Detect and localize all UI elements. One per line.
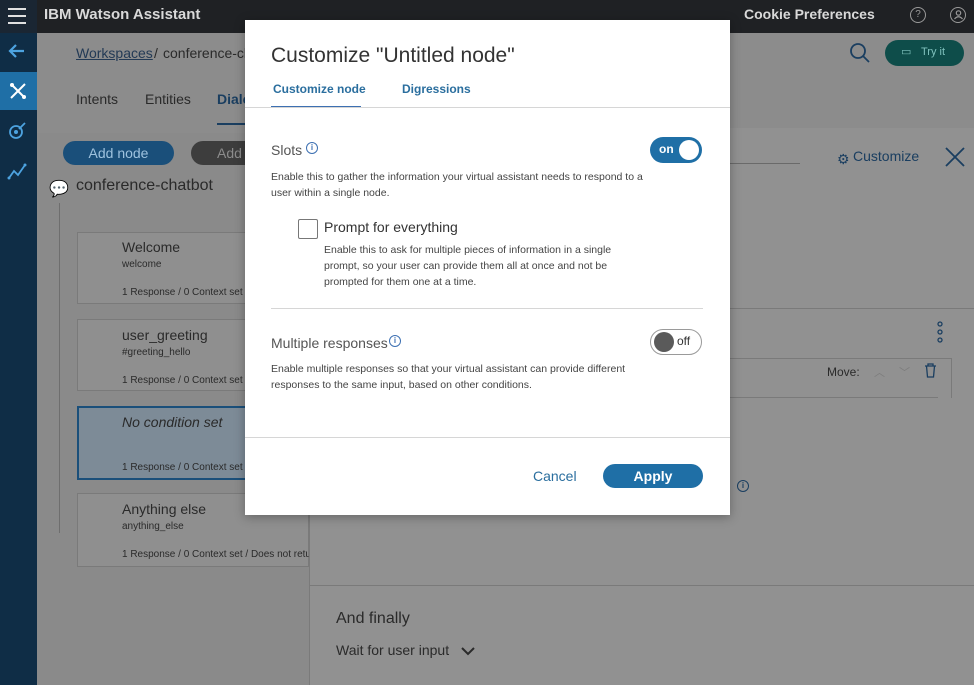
trash-icon[interactable] [924, 363, 937, 378]
slots-description: Enable this to gather the information yo… [271, 171, 643, 199]
hamburger-menu-icon[interactable] [0, 0, 37, 33]
improve-target-icon[interactable] [0, 112, 37, 150]
slots-title: Slots [271, 142, 303, 158]
response-right-line [951, 358, 952, 398]
tree-line [59, 203, 60, 533]
multiple-responses-title: Multiple responses [271, 335, 388, 351]
search-icon[interactable] [849, 42, 871, 64]
multiple-responses-toggle[interactable]: off [650, 329, 702, 355]
tab-customize-node[interactable]: Customize node [273, 82, 366, 96]
add-node-button[interactable]: Add node [63, 141, 174, 165]
left-rail [0, 0, 37, 685]
breadcrumb-separator: / [154, 45, 158, 61]
toggle-state-label: off [677, 334, 691, 348]
back-arrow-icon[interactable] [0, 33, 37, 71]
add-child-button[interactable]: Add [191, 141, 251, 165]
toggle-knob [654, 332, 674, 352]
build-tools-icon[interactable] [0, 72, 37, 110]
prompt-for-everything-label: Prompt for everything [324, 219, 458, 235]
overflow-menu-icon[interactable] [936, 321, 944, 343]
breadcrumb-current: conference-ch [163, 45, 252, 61]
move-up-icon[interactable]: ︿ [874, 364, 885, 380]
node-meta: 1 Response / 0 Context set [122, 287, 243, 298]
toggle-knob [679, 140, 699, 160]
info-icon[interactable]: i [737, 480, 749, 492]
close-icon[interactable] [944, 146, 966, 168]
slots-toggle[interactable]: on [650, 137, 702, 163]
multiple-responses-info-icon[interactable]: i [389, 335, 401, 347]
customize-link[interactable]: Customize [853, 148, 919, 164]
move-label: Move: [827, 365, 860, 379]
app-brand: IBM Watson Assistant [44, 6, 201, 23]
tree-node-untitled-selected[interactable]: No condition set 1 Response / 0 Context … [77, 406, 247, 480]
node-meta: 1 Response / 0 Context set / Does not re… [122, 549, 311, 560]
node-condition: anything_else [122, 521, 184, 532]
node-condition: welcome [122, 259, 162, 270]
tab-intents[interactable]: Intents [76, 91, 118, 107]
chat-bubble-icon: ▭ [901, 46, 912, 58]
gear-icon[interactable]: ⚙ [837, 151, 850, 168]
node-title: Welcome [122, 239, 181, 255]
try-it-button[interactable]: ▭ Try it [885, 40, 964, 66]
node-title: user_greeting [122, 327, 208, 343]
help-icon[interactable]: ? [910, 7, 926, 23]
tabs-divider [245, 107, 730, 108]
modal-title: Customize "Untitled node" [271, 44, 515, 67]
and-finally-divider [310, 585, 974, 586]
workspace-root-name: conference-chatbot [76, 177, 213, 194]
node-condition: #greeting_hello [122, 347, 191, 358]
footer-divider [245, 437, 730, 438]
prompt-for-everything-checkbox[interactable] [298, 219, 318, 239]
toggle-state-label: on [659, 142, 674, 156]
wait-for-input-select[interactable]: Wait for user input [336, 642, 449, 658]
try-it-label: Try it [921, 46, 946, 58]
node-title: No condition set [122, 414, 223, 430]
slots-info-icon[interactable]: i [306, 142, 318, 154]
apply-button[interactable]: Apply [603, 464, 703, 488]
tree-node-user-greeting[interactable]: user_greeting #greeting_hello 1 Response… [77, 319, 247, 391]
tab-entities[interactable]: Entities [145, 91, 191, 107]
cookie-preferences-link[interactable]: Cookie Preferences [744, 6, 875, 22]
chevron-down-icon[interactable] [461, 646, 475, 656]
customize-modal: Customize "Untitled node" Customize node… [245, 20, 730, 515]
section-divider [271, 308, 703, 309]
node-meta: 1 Response / 0 Context set [122, 375, 243, 386]
node-meta: 1 Response / 0 Context set [122, 462, 243, 473]
tab-dialog-underline [217, 123, 247, 125]
tab-digressions[interactable]: Digressions [402, 82, 471, 96]
breadcrumb-workspaces-link[interactable]: Workspaces [76, 45, 153, 61]
cancel-button[interactable]: Cancel [533, 468, 577, 484]
prompt-description: Enable this to ask for multiple pieces o… [324, 244, 612, 288]
and-finally-heading: And finally [336, 610, 410, 627]
analytics-chart-icon[interactable] [0, 152, 37, 190]
node-name-underline [730, 163, 800, 164]
node-title: Anything else [122, 501, 207, 517]
move-down-icon[interactable]: ﹀ [899, 364, 910, 380]
user-profile-icon[interactable] [950, 7, 966, 23]
chat-bubble-root-icon: 💬 [49, 181, 69, 198]
tree-node-welcome[interactable]: Welcome welcome 1 Response / 0 Context s… [77, 232, 247, 304]
multiple-responses-description: Enable multiple responses so that your v… [271, 363, 626, 391]
